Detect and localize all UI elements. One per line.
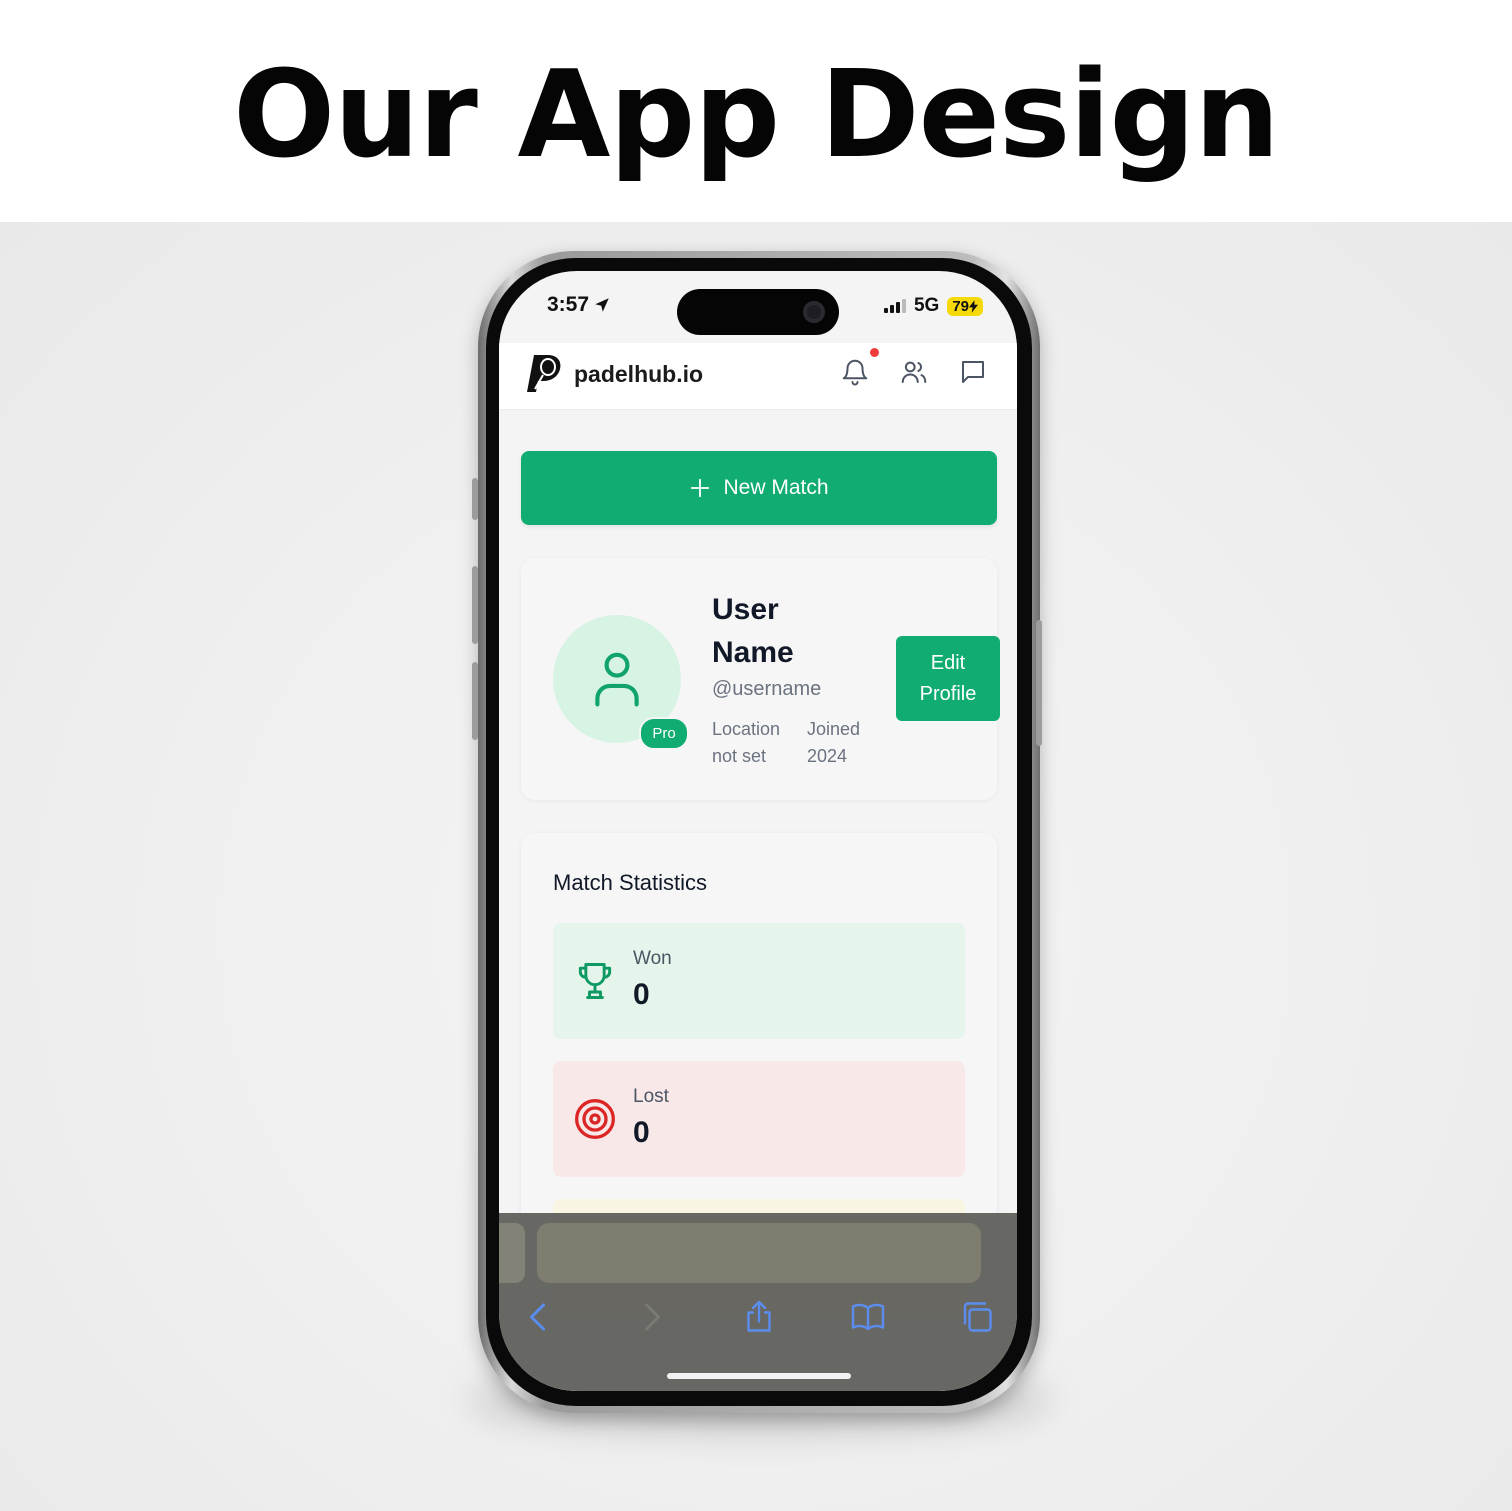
signal-icon (883, 299, 906, 313)
user-handle: @username (712, 678, 822, 700)
edit-profile-button[interactable]: Edit Profile (896, 636, 1000, 721)
status-time-text: 3:57 (547, 293, 590, 316)
stat-won: Won 0 (553, 923, 965, 1039)
stat-won-value: 0 (633, 978, 650, 1011)
battery-level: 79 (952, 297, 969, 315)
padelhub-logo[interactable] (521, 351, 565, 395)
bookmarks-icon[interactable] (850, 1299, 886, 1335)
user-name: User Name (712, 593, 794, 669)
pro-badge: Pro (639, 717, 689, 750)
stats-title: Match Statistics (553, 870, 708, 895)
stat-lost: Lost 0 (553, 1061, 965, 1177)
new-match-label: New Match (723, 476, 829, 499)
action-button (472, 478, 478, 520)
edit-profile-label: Edit Profile (919, 651, 977, 705)
app-header: padelhub.io (499, 343, 1017, 410)
tabs-icon[interactable] (959, 1299, 995, 1335)
user-icon (595, 652, 639, 707)
bell-icon[interactable] (840, 357, 870, 387)
dynamic-island (677, 289, 839, 335)
new-match-button[interactable]: New Match (521, 451, 997, 525)
power-button (1036, 620, 1042, 746)
forward-icon[interactable] (633, 1299, 669, 1335)
volume-down-button (472, 662, 478, 740)
profile-card: Pro User Name @username Location not set… (521, 558, 1000, 800)
browser-toolbar (499, 1213, 1017, 1391)
address-bar[interactable] (537, 1223, 981, 1283)
brand-name[interactable]: padelhub.io (574, 361, 703, 388)
previous-tab[interactable] (499, 1223, 525, 1283)
stat-lost-value: 0 (633, 1116, 650, 1149)
battery-icon: 79 (947, 296, 983, 316)
share-icon[interactable] (741, 1299, 777, 1335)
back-icon[interactable] (521, 1299, 557, 1335)
user-joined: Joined 2024 (807, 719, 861, 766)
phone-screen: 3:57 5G 79 padelhub.io New Match Pro Use… (499, 271, 1017, 1391)
plus-icon (691, 478, 710, 498)
stat-won-label: Won (633, 948, 672, 969)
volume-up-button (472, 566, 478, 644)
status-time: 3:57 (547, 293, 611, 317)
home-indicator[interactable] (667, 1373, 851, 1379)
network-label: 5G (913, 295, 940, 316)
headline-title: Our App Design (233, 45, 1280, 185)
trophy-icon (578, 963, 612, 999)
charging-bolt-icon (969, 299, 978, 313)
stat-lost-label: Lost (633, 1086, 669, 1107)
target-icon (575, 1099, 615, 1139)
camera-icon (803, 301, 825, 323)
friends-icon[interactable] (899, 357, 929, 387)
notification-dot (869, 347, 880, 358)
user-location: Location not set (712, 719, 781, 766)
location-arrow-icon (595, 298, 609, 312)
messages-icon[interactable] (958, 357, 988, 387)
status-indicators: 5G 79 (883, 295, 983, 317)
headline-banner: Our App Design (0, 0, 1512, 222)
